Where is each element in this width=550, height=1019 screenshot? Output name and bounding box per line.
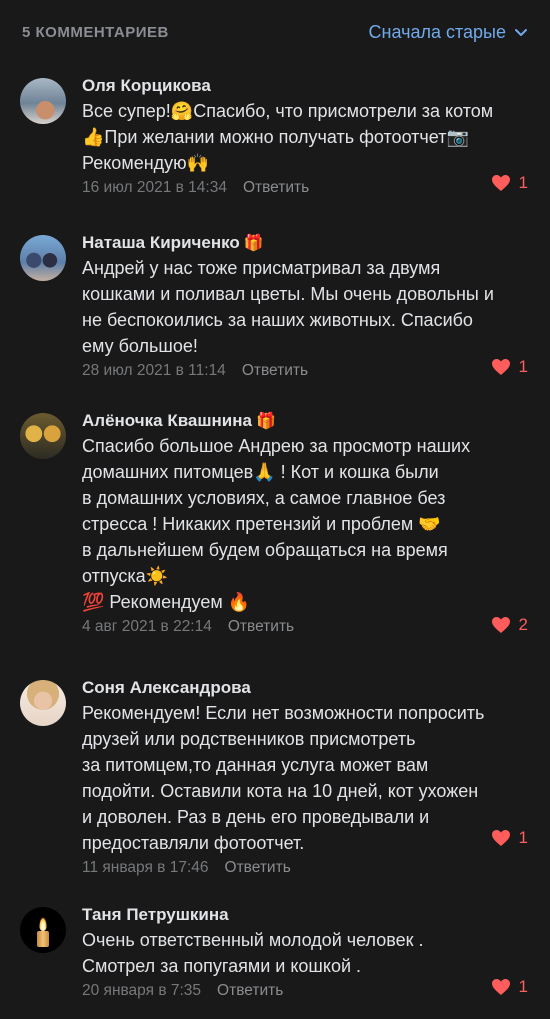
like-button[interactable]: 1 <box>491 173 528 193</box>
comment-author[interactable]: Оля Корцикова <box>82 74 512 98</box>
reply-button[interactable]: Ответить <box>217 979 283 1003</box>
comment-text-line: Андрей у нас тоже присматривал за двумя <box>82 258 441 278</box>
author-name: Соня Александрова <box>82 678 251 697</box>
comment-text-line: Все супер!🤗Спасибо, что присмотрели за к… <box>82 101 494 121</box>
comments-header: 5 КОММЕНТАРИЕВ Сначала старые <box>0 0 550 64</box>
like-button[interactable]: 1 <box>491 977 528 997</box>
comment-text-line: Спасибо большое Андрею за просмотр наших <box>82 436 471 456</box>
comment-text-line: в дальнейшем будем обращаться на время <box>82 540 448 560</box>
like-count: 2 <box>518 615 528 634</box>
heart-icon <box>491 175 510 191</box>
like-count: 1 <box>518 173 528 192</box>
comment-date[interactable]: 20 января в 7:35 <box>82 979 201 1003</box>
comment-author[interactable]: Наташа Кириченко 🎁 <box>82 231 512 255</box>
comment-text-line: ему большое! <box>82 336 198 356</box>
comment-text-line: подойти. Оставили кота на 10 дней, кот у… <box>82 781 479 801</box>
heart-icon <box>491 359 510 375</box>
comment-text-line: за питомцем,то данная услуга может вам <box>82 755 429 775</box>
comment-text-line: Рекомендую🙌 <box>82 153 210 173</box>
comment-item: Таня Петрушкина Очень ответственный молод… <box>0 893 550 1003</box>
comment-text-line: не беспокоились за наших животных. Спаси… <box>82 310 473 330</box>
comment-text-line: кошками и поливал цветы. Мы очень доволь… <box>82 284 494 304</box>
reply-button[interactable]: Ответить <box>242 359 308 383</box>
comment-text-line: стресса ! Никаких претензий и проблем 🤝 <box>82 514 441 534</box>
comment-item: Соня Александрова Рекомендуем! Если нет в… <box>0 666 550 880</box>
candle-icon <box>37 931 49 947</box>
comment-body: Наташа Кириченко 🎁 Андрей у нас тоже присм… <box>82 231 530 383</box>
sort-label: Сначала старые <box>368 21 506 42</box>
avatar[interactable] <box>20 235 66 281</box>
reply-button[interactable]: Ответить <box>228 615 294 639</box>
avatar[interactable] <box>20 680 66 726</box>
comment-author[interactable]: Таня Петрушкина <box>82 903 512 927</box>
author-name: Алёночка Квашнина <box>82 411 252 430</box>
comment-body: Оля Корцикова Все супер!🤗Спасибо, что при… <box>82 74 530 200</box>
avatar[interactable] <box>20 907 66 953</box>
reply-button[interactable]: Ответить <box>243 176 309 200</box>
comment-meta: 4 авг 2021 в 22:14 Ответить <box>82 615 512 639</box>
author-name: Наташа Кириченко <box>82 233 240 252</box>
heart-icon <box>491 617 510 633</box>
like-count: 1 <box>518 977 528 996</box>
like-button[interactable]: 1 <box>491 828 528 848</box>
like-count: 1 <box>518 357 528 376</box>
like-button[interactable]: 1 <box>491 357 528 377</box>
comment-text-line: Рекомендуем! Если нет возможности попрос… <box>82 703 485 723</box>
comment-text-line: 💯 Рекомендуем 🔥 <box>82 592 251 612</box>
comment-date[interactable]: 28 июл 2021 в 11:14 <box>82 359 226 383</box>
comments-count: 5 КОММЕНТАРИЕВ <box>22 23 169 41</box>
comment-body: Таня Петрушкина Очень ответственный молод… <box>82 903 530 1003</box>
comment-text-line: предоставляли фотоотчет. <box>82 833 305 853</box>
author-name: Таня Петрушкина <box>82 905 229 924</box>
comment-text-line: домашних питомцев🙏 ! Кот и кошка были <box>82 462 439 482</box>
reply-button[interactable]: Ответить <box>225 856 291 880</box>
avatar[interactable] <box>20 413 66 459</box>
comment-date[interactable]: 11 января в 17:46 <box>82 856 209 880</box>
comment-text-line: и доволен. Раз в день его проведывали и <box>82 807 430 827</box>
comment-item: Алёночка Квашнина 🎁 Спасибо большое Андрею… <box>0 399 550 639</box>
heart-icon <box>491 979 510 995</box>
like-count: 1 <box>518 828 528 847</box>
candle-flame-icon <box>39 917 47 931</box>
comment-body: Алёночка Квашнина 🎁 Спасибо большое Андрею… <box>82 409 530 639</box>
comment-meta: 16 июл 2021 в 14:34 Ответить <box>82 176 512 200</box>
comment-meta: 11 января в 17:46 Ответить <box>82 856 512 880</box>
comment-meta: 20 января в 7:35 Ответить <box>82 979 512 1003</box>
comment-date[interactable]: 16 июл 2021 в 14:34 <box>82 176 227 200</box>
comment-text-line: Очень ответственный молодой человек . <box>82 930 424 950</box>
avatar[interactable] <box>20 78 66 124</box>
comment-text-line: Смотрел за попугаями и кошкой . <box>82 956 362 976</box>
author-name: Оля Корцикова <box>82 76 211 95</box>
comment-author[interactable]: Алёночка Квашнина 🎁 <box>82 409 512 433</box>
like-button[interactable]: 2 <box>491 615 528 635</box>
comment-meta: 28 июл 2021 в 11:14 Ответить <box>82 359 512 383</box>
gift-icon: 🎁 <box>243 233 264 252</box>
comment-text-line: друзей или родственников присмотреть <box>82 729 416 749</box>
chevron-down-icon <box>515 29 527 36</box>
comment-body: Соня Александрова Рекомендуем! Если нет в… <box>82 676 530 880</box>
gift-icon: 🎁 <box>255 411 276 430</box>
comment-text-line: в домашних условиях, а самое главное без <box>82 488 446 508</box>
comment-item: Оля Корцикова Все супер!🤗Спасибо, что при… <box>0 64 550 200</box>
comment-text-line: отпуска☀️ <box>82 566 169 586</box>
comment-author[interactable]: Соня Александрова <box>82 676 512 700</box>
comment-date[interactable]: 4 авг 2021 в 22:14 <box>82 615 212 639</box>
sort-dropdown[interactable]: Сначала старые <box>369 22 528 43</box>
heart-icon <box>491 830 510 846</box>
comment-item: Наташа Кириченко 🎁 Андрей у нас тоже присм… <box>0 221 550 383</box>
comment-text-line: 👍При желании можно получать фотоотчет📷 <box>82 127 469 147</box>
